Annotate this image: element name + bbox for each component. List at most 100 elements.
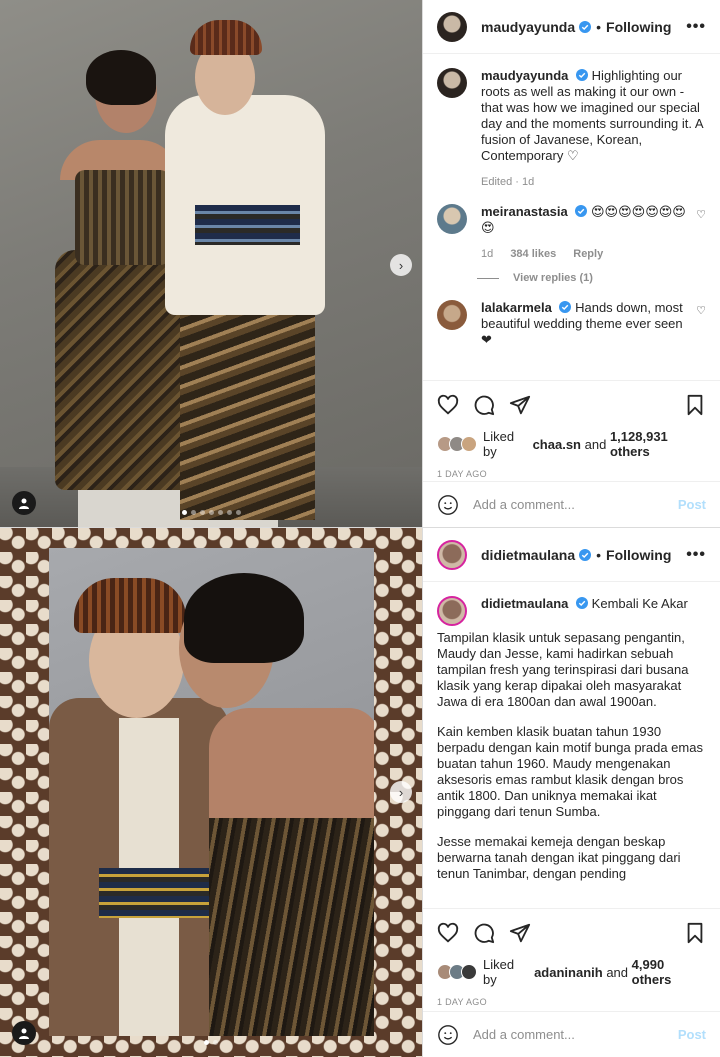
liker-avatar	[461, 436, 477, 452]
verified-icon	[576, 597, 589, 609]
header-separator: •	[596, 546, 602, 563]
verified-icon	[579, 548, 592, 561]
heart-icon[interactable]	[437, 394, 459, 416]
comment-item: lalakarmela Hands down, most beautiful w…	[437, 300, 706, 348]
caption-username[interactable]: didietmaulana	[481, 596, 568, 611]
photo-man-sarong	[180, 300, 315, 520]
post-side-panel: didietmaulana • Following ••• didietmaul…	[422, 528, 720, 1057]
photo-woman-top	[209, 818, 374, 1036]
photo-woman-hair	[86, 50, 156, 105]
comment-like-heart-icon[interactable]: ♡	[696, 208, 706, 262]
share-icon[interactable]	[509, 394, 531, 416]
carousel-dot	[217, 510, 223, 515]
carousel-dot	[226, 510, 232, 515]
comments-section: didietmaulana Kembali Ke Akar Tampilan k…	[423, 582, 720, 908]
comment-icon[interactable]	[473, 922, 495, 944]
liked-by-and: and	[584, 436, 607, 452]
header-username[interactable]: maudyayunda	[481, 19, 575, 35]
avatar[interactable]	[437, 539, 467, 570]
save-icon[interactable]	[684, 394, 706, 416]
action-bar: Liked by adaninanih and 4,990 others 1 D…	[423, 908, 720, 1010]
liked-by-count[interactable]: 1,128,931 others	[610, 429, 706, 459]
comment-item: meiranastasia 😍😍😍😍😍😍😍😍 1d 384 likes Repl…	[437, 204, 706, 262]
carousel-dots	[0, 510, 422, 515]
post-image[interactable]: ›	[0, 528, 422, 1057]
carousel-dot	[204, 1040, 209, 1045]
caption-title: Kembali Ke Akar	[591, 596, 688, 611]
avatar[interactable]	[437, 68, 467, 98]
following-button[interactable]: Following	[606, 547, 671, 563]
share-icon[interactable]	[509, 922, 531, 944]
caption-paragraph: Kain kemben klasik buatan tahun 1930 ber…	[437, 724, 703, 819]
caption: maudyayunda Highlighting our roots as we…	[437, 68, 706, 190]
photo-inner-frame	[49, 548, 374, 1036]
next-arrow-icon[interactable]: ›	[390, 254, 412, 276]
more-icon[interactable]: •••	[686, 546, 706, 564]
carousel-dot	[208, 510, 214, 515]
more-icon[interactable]: •••	[686, 18, 706, 36]
liked-by-and: and	[606, 964, 629, 980]
post-2: › didietmaulana • Following ••• didietma…	[0, 528, 720, 1057]
verified-icon	[579, 20, 592, 33]
carousel-dot	[199, 510, 205, 515]
photo-man-hat	[74, 578, 186, 633]
comment-username[interactable]: lalakarmela	[481, 300, 552, 315]
action-bar: Liked by chaa.sn and 1,128,931 others 1 …	[423, 380, 720, 482]
post-1: › maudyayunda • Following ••• maudyayund…	[0, 0, 720, 528]
carousel-dot	[235, 510, 241, 515]
caption: didietmaulana Kembali Ke Akar Tampilan k…	[437, 596, 706, 882]
avatar[interactable]	[437, 300, 467, 330]
liked-by-count[interactable]: 4,990 others	[632, 957, 706, 987]
carousel-dots	[0, 1040, 422, 1045]
heart-icon[interactable]	[437, 922, 459, 944]
photo-man-belt	[195, 205, 300, 245]
caption-username[interactable]: maudyayunda	[481, 68, 568, 83]
post-button[interactable]: Post	[678, 497, 706, 512]
post-header: didietmaulana • Following •••	[423, 528, 720, 582]
likes-summary: Liked by adaninanih and 4,990 others	[437, 957, 706, 987]
avatar[interactable]	[437, 204, 467, 234]
caption-paragraph: Jesse memakai kemeja dengan beskap berwa…	[437, 834, 681, 881]
comment-username[interactable]: meiranastasia	[481, 204, 568, 219]
caption-paragraph: Tampilan klasik untuk sepasang pengantin…	[437, 630, 689, 709]
comment-icon[interactable]	[473, 394, 495, 416]
post-time[interactable]: 1 DAY AGO	[437, 469, 706, 479]
avatar[interactable]	[437, 596, 467, 626]
header-username[interactable]: didietmaulana	[481, 547, 575, 563]
header-separator: •	[596, 18, 602, 35]
post-image[interactable]: ›	[0, 0, 422, 527]
caption-edited: Edited · 1d	[481, 176, 535, 188]
view-replies-button[interactable]: View replies (1)	[499, 272, 706, 284]
photo-man-belt	[99, 868, 209, 918]
emoji-icon[interactable]	[437, 1024, 459, 1046]
photo-man-hat	[190, 20, 262, 55]
photo-woman-top	[75, 170, 170, 265]
liker-avatar	[461, 964, 477, 980]
photo-woman-hair	[184, 573, 304, 663]
verified-icon	[576, 69, 589, 81]
post-time[interactable]: 1 DAY AGO	[437, 997, 706, 1007]
next-arrow-icon[interactable]: ›	[390, 781, 412, 803]
comment-likes[interactable]: 384 likes	[510, 248, 556, 260]
liked-by-prefix: Liked by	[483, 957, 515, 987]
liked-by-prefix: Liked by	[483, 429, 515, 459]
following-button[interactable]: Following	[606, 19, 671, 35]
post-header: maudyayunda • Following •••	[423, 0, 720, 54]
liked-by-user[interactable]: chaa.sn	[533, 437, 581, 452]
add-comment-input[interactable]: Add a comment...	[473, 1027, 678, 1042]
emoji-icon[interactable]	[437, 494, 459, 516]
add-comment-input[interactable]: Add a comment...	[473, 497, 678, 512]
verified-icon	[559, 301, 572, 313]
save-icon[interactable]	[684, 922, 706, 944]
carousel-dot	[190, 510, 196, 515]
post-side-panel: maudyayunda • Following ••• maudyayunda …	[422, 0, 720, 527]
comment-like-heart-icon[interactable]: ♡	[696, 304, 706, 348]
liked-by-user[interactable]: adaninanih	[534, 965, 603, 980]
add-comment-bar: Add a comment... Post	[423, 481, 720, 527]
avatar[interactable]	[437, 11, 467, 42]
comment-age: 1d	[481, 248, 494, 260]
carousel-dot	[213, 1040, 218, 1045]
reply-button[interactable]: Reply	[573, 248, 603, 260]
comments-section: maudyayunda Highlighting our roots as we…	[423, 54, 720, 379]
post-button[interactable]: Post	[678, 1027, 706, 1042]
